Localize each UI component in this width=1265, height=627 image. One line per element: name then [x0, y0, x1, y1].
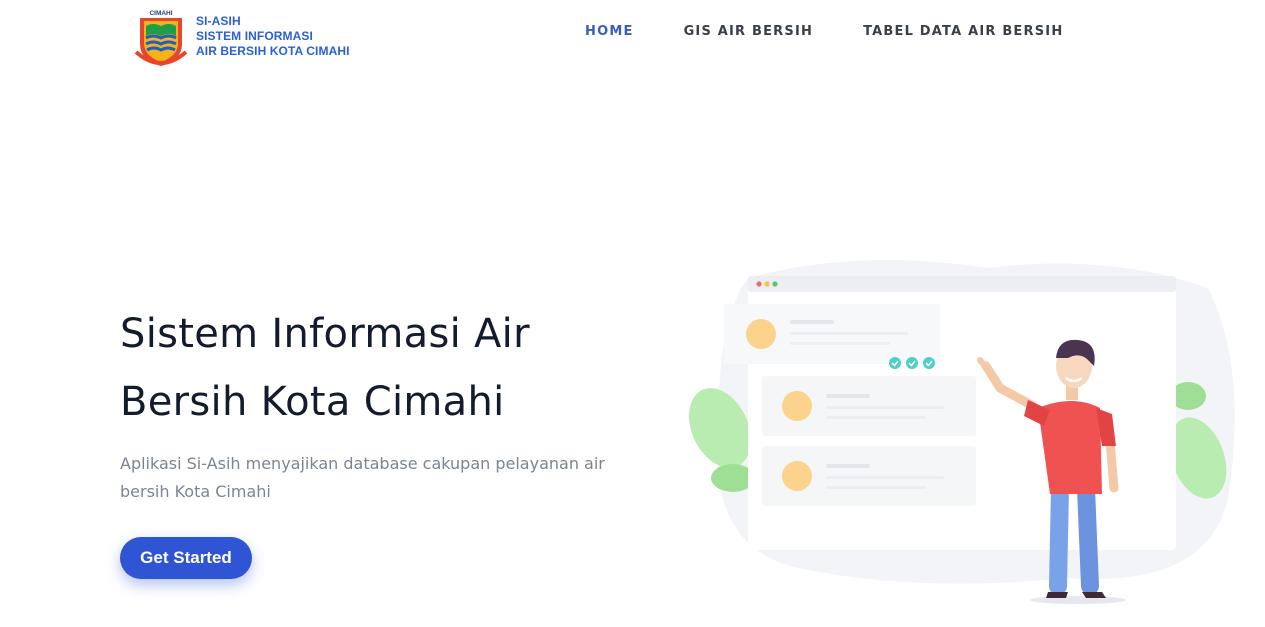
site-header: CIMAHI SI-ASIH SISTEM INFORMASI AIR BERS…	[0, 0, 1265, 72]
nav-tabel-data-air-bersih[interactable]: TABEL DATA AIR BERSIH	[863, 22, 1063, 41]
site-logo[interactable]: CIMAHI SI-ASIH SISTEM INFORMASI AIR BERS…	[132, 8, 350, 70]
main-nav: HOME GIS AIR BERSIH TABEL DATA AIR BERSI…	[560, 22, 1088, 41]
avatar-circle-icon	[746, 319, 776, 349]
browser-titlebar	[748, 276, 1176, 292]
check-circle-icon	[889, 357, 935, 369]
logo-line-1: SI-ASIH	[196, 14, 241, 28]
logo-line-3: AIR BERSIH KOTA CIMAHI	[196, 44, 350, 58]
city-emblem-icon: CIMAHI	[134, 10, 188, 66]
hero-illustration	[689, 260, 1235, 604]
hero-subtitle: Aplikasi Si-Asih menyajikan database cak…	[120, 454, 605, 501]
get-started-button[interactable]: Get Started	[120, 537, 252, 579]
avatar-circle-icon	[782, 461, 812, 491]
avatar-circle-icon	[782, 391, 812, 421]
window-dots-icon	[756, 281, 778, 287]
hero-title: Sistem Informasi Air Bersih Kota Cimahi	[120, 311, 530, 425]
nav-home[interactable]: HOME	[585, 22, 634, 41]
logo-line-2: SISTEM INFORMASI	[196, 29, 313, 43]
logo-text: SI-ASIH SISTEM INFORMASI AIR BERSIH KOTA…	[196, 14, 350, 59]
nav-gis-air-bersih[interactable]: GIS AIR BERSIH	[684, 22, 814, 41]
emblem-caption: CIMAHI	[149, 10, 172, 17]
